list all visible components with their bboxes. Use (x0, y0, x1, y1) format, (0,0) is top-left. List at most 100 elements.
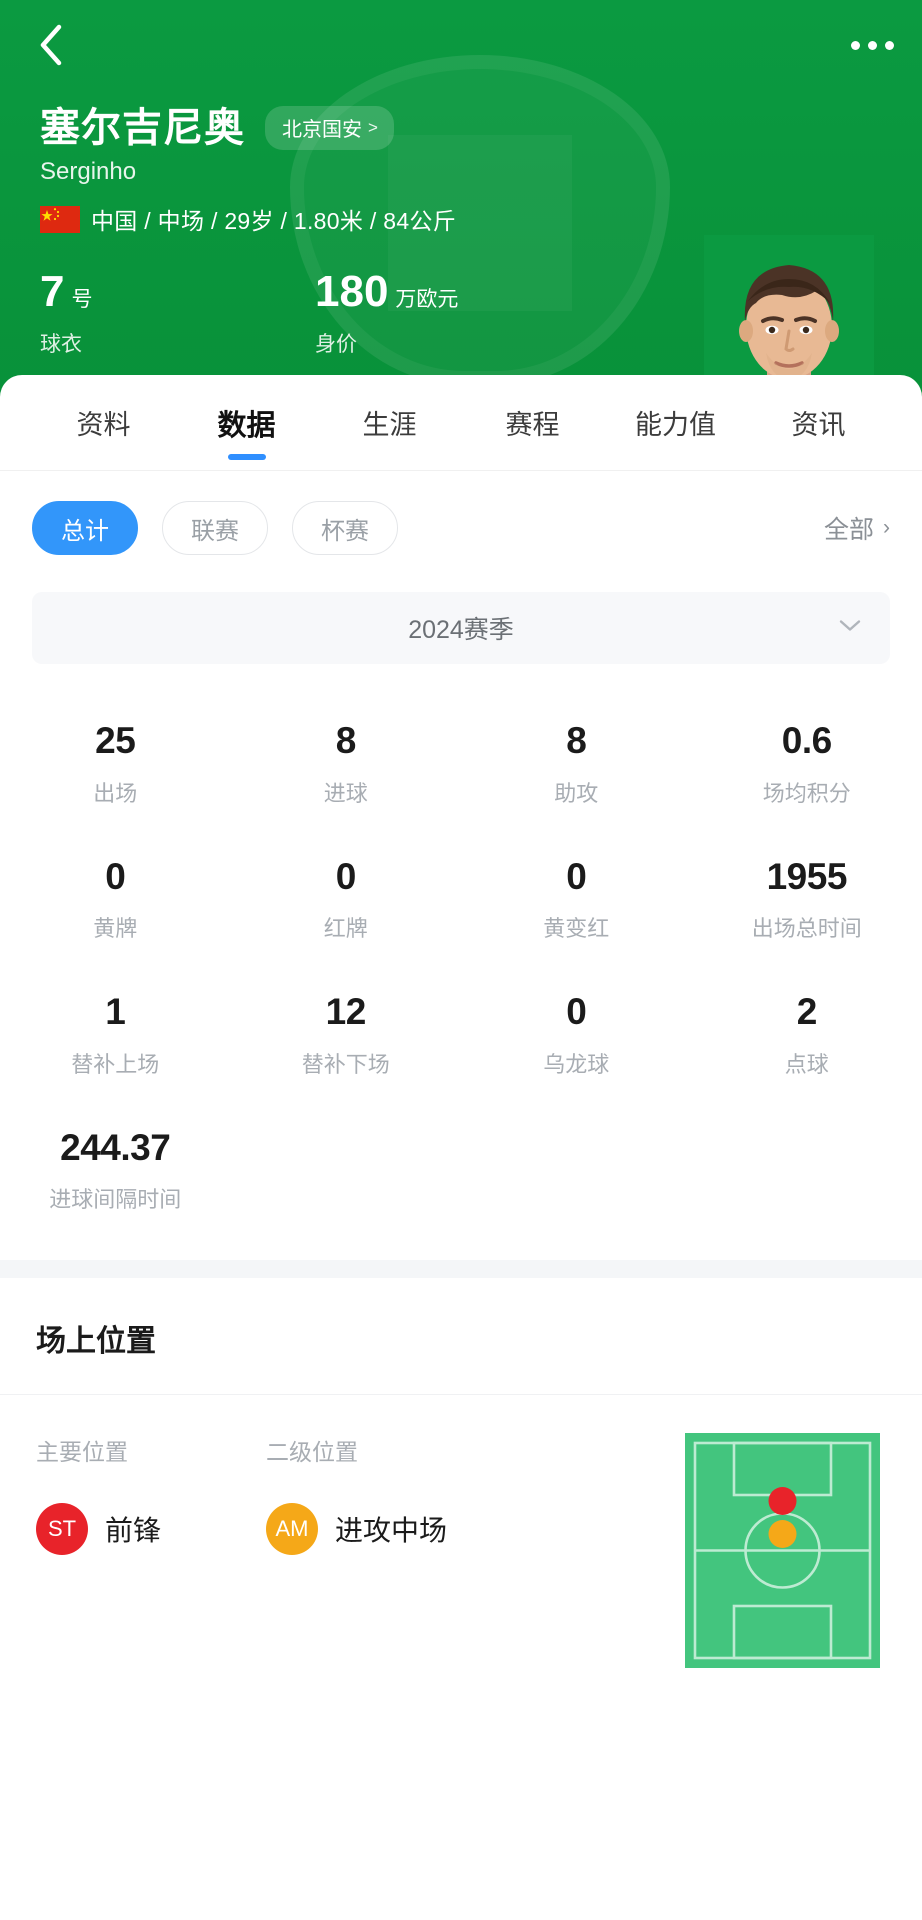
tab-nenglizhi[interactable]: 能力值 (604, 375, 747, 470)
tab-shengya[interactable]: 生涯 (318, 375, 461, 470)
stat-value: 0.6 (781, 720, 832, 761)
stat-label: 红牌 (323, 916, 368, 942)
stat-goals: 8 进球 (231, 698, 462, 834)
kpi-label: 球衣 (40, 333, 82, 356)
back-button[interactable] (28, 22, 74, 68)
tab-label: 能力值 (635, 410, 716, 440)
stat-value: 244.37 (60, 1126, 171, 1168)
tab-shuju[interactable]: 数据 (175, 375, 318, 470)
tab-zixun[interactable]: 资讯 (747, 375, 890, 470)
more-options-icon (868, 40, 877, 50)
stat-label: 点球 (784, 1051, 829, 1077)
china-flag-icon (40, 205, 80, 233)
kpi-market-value: 180 万欧元 身价 (315, 270, 590, 358)
more-options-icon (885, 40, 894, 50)
stat-empty (231, 1105, 462, 1241)
filter-chip-cup[interactable]: 杯赛 (292, 501, 398, 555)
position-badge-am: AM (266, 1503, 318, 1556)
stat-label: 出场 (93, 780, 138, 806)
stat-label: 出场总时间 (751, 916, 862, 942)
season-label: 2024赛季 (408, 616, 514, 644)
tab-label: 资料 (76, 410, 131, 440)
stat-own-goals: 0 乌龙球 (461, 969, 692, 1105)
stat-sub-on: 1 替补上场 (0, 969, 231, 1105)
content-sheet: 资料 数据 生涯 赛程 能力值 资讯 总计 联赛 杯赛 全部 › 2024赛季 … (0, 375, 922, 1920)
stat-empty (692, 1105, 922, 1241)
chip-label: 杯赛 (321, 517, 369, 545)
stats-row: 244.37 进球间隔时间 (0, 1105, 922, 1241)
stat-value: 0 (335, 855, 357, 897)
kpi-label: 身价 (315, 333, 357, 356)
view-all-label: 全部 (823, 516, 874, 544)
tab-label: 数据 (217, 409, 276, 442)
secondary-position-column: 二级位置 AM 进攻中场 (266, 1433, 496, 1556)
stat-points-per-game: 0.6 场均积分 (692, 698, 922, 834)
tab-label: 生涯 (362, 410, 417, 440)
stat-assists: 8 助攻 (461, 698, 692, 834)
stat-label: 替补上场 (71, 1051, 160, 1077)
stat-label: 黄变红 (543, 916, 610, 942)
position-badge-st: ST (36, 1503, 88, 1556)
section-tabs: 资料 数据 生涯 赛程 能力值 资讯 (0, 375, 922, 470)
stat-sub-off: 12 替补下场 (231, 969, 462, 1105)
position-name: 前锋 (105, 1515, 162, 1547)
team-link-pill[interactable]: 北京国安 > (265, 106, 394, 150)
position-name: 进攻中场 (335, 1515, 448, 1547)
season-selector[interactable]: 2024赛季 (32, 592, 890, 664)
chip-label: 总计 (61, 517, 109, 545)
stat-label: 乌龙球 (543, 1051, 610, 1077)
stat-second-yellow: 0 黄变红 (461, 834, 692, 970)
primary-position-column: 主要位置 ST 前锋 (36, 1433, 266, 1556)
filter-chip-total[interactable]: 总计 (32, 501, 138, 555)
stat-appearances: 25 出场 (0, 698, 231, 834)
stats-row: 0 黄牌 0 红牌 0 黄变红 1955 出场总时间 (0, 834, 922, 970)
player-kpi-row: 7 号 球衣 180 万欧元 身价 (40, 270, 882, 358)
competition-filter-bar: 总计 联赛 杯赛 全部 › (0, 471, 922, 555)
stat-value: 8 (566, 720, 587, 761)
stat-label: 场均积分 (762, 780, 851, 806)
team-name-label: 北京国安 (282, 119, 362, 141)
pitch-marker-st (768, 1487, 797, 1516)
stat-total-minutes: 1955 出场总时间 (692, 834, 922, 970)
section-separator-band (0, 1260, 922, 1279)
secondary-position-label: 二级位置 (266, 1439, 358, 1466)
stats-row: 1 替补上场 12 替补下场 0 乌龙球 2 点球 (0, 969, 922, 1105)
field-position-section: 场上位置 主要位置 ST 前锋 二级位置 AM 进攻中场 (0, 1278, 922, 1669)
season-stats-grid: 25 出场 8 进球 8 助攻 0.6 场均积分 0 黄牌 0 红牌 0 黄变红… (0, 664, 922, 1244)
tab-ziliao[interactable]: 资料 (32, 375, 175, 470)
more-options-button[interactable] (834, 22, 894, 68)
active-tab-indicator (227, 454, 266, 460)
stat-red-cards: 0 红牌 (231, 834, 462, 970)
stat-label: 替补下场 (301, 1051, 390, 1077)
primary-position-item: ST 前锋 (36, 1503, 266, 1556)
player-meta-row: 中国 / 中场 / 29岁 / 1.80米 / 84公斤 (40, 202, 882, 236)
stats-row: 25 出场 8 进球 8 助攻 0.6 场均积分 (0, 698, 922, 834)
tab-saicheng[interactable]: 赛程 (461, 375, 604, 470)
player-meta-text: 中国 / 中场 / 29岁 / 1.80米 / 84公斤 (91, 208, 457, 234)
tab-label: 赛程 (505, 410, 560, 440)
top-navbar (0, 0, 922, 90)
stat-value: 2 (796, 991, 818, 1033)
kpi-value: 7 (40, 267, 65, 316)
position-body: 主要位置 ST 前锋 二级位置 AM 进攻中场 (0, 1395, 922, 1669)
chevron-right-icon: > (368, 117, 378, 137)
chevron-left-icon (37, 23, 65, 67)
player-profile-screen: 塞尔吉尼奥 北京国安 > Serginho 中国 / 中场 / 29岁 / 1.… (0, 0, 922, 1920)
chevron-right-icon: › (883, 516, 890, 539)
stat-value: 1955 (766, 855, 848, 897)
stat-value: 0 (105, 855, 126, 897)
kpi-unit: 号 (71, 288, 93, 311)
stat-value: 1 (105, 991, 126, 1033)
stat-yellow-cards: 0 黄牌 (0, 834, 231, 970)
player-name-cn: 塞尔吉尼奥 (40, 106, 245, 150)
stat-value: 0 (566, 991, 587, 1033)
stat-label: 进球 (323, 780, 368, 806)
stat-minutes-per-goal: 244.37 进球间隔时间 (0, 1105, 231, 1241)
filter-chip-league[interactable]: 联赛 (162, 501, 268, 555)
pitch-diagram (685, 1433, 880, 1669)
more-options-icon (851, 40, 860, 50)
stat-penalties: 2 点球 (692, 969, 922, 1105)
secondary-position-item: AM 进攻中场 (266, 1503, 496, 1556)
view-all-link[interactable]: 全部 › (824, 510, 890, 546)
kpi-shirt-number: 7 号 球衣 (40, 270, 315, 358)
